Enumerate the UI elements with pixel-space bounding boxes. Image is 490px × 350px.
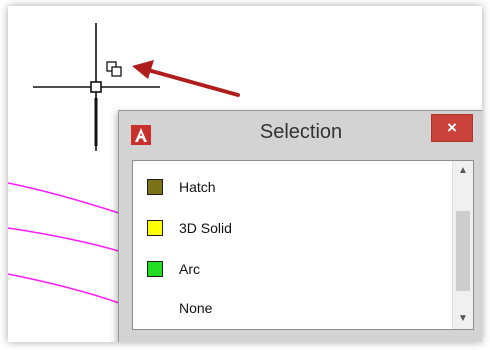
- close-button[interactable]: ×: [431, 114, 473, 142]
- scroll-up-icon[interactable]: ▲: [453, 161, 473, 181]
- vertical-scrollbar[interactable]: ▲ ▼: [452, 161, 473, 329]
- color-swatch-icon: [147, 179, 163, 195]
- list-item-3d-solid[interactable]: 3D Solid: [147, 218, 232, 238]
- arc-curve-1: [8, 182, 123, 215]
- color-swatch-icon: [147, 261, 163, 277]
- list-item-label: Hatch: [179, 179, 216, 195]
- dialog-title: Selection: [259, 121, 343, 143]
- dialog-titlebar[interactable]: Selection ×: [119, 111, 482, 153]
- arc-curve-3: [8, 273, 123, 305]
- pickbox-icon: [90, 81, 102, 93]
- list-item-label: 3D Solid: [179, 220, 232, 236]
- list-item-arc[interactable]: Arc: [147, 259, 200, 279]
- selection-cycling-icon: [106, 61, 122, 77]
- color-swatch-icon: [147, 220, 163, 236]
- selection-listbox[interactable]: Hatch 3D Solid Arc None ▲ ▼: [132, 160, 474, 330]
- list-item-label: Arc: [179, 261, 200, 277]
- screenshot-frame: Selection × Hatch 3D Solid Arc None ▲ ▼: [8, 6, 482, 342]
- arc-curve-2: [8, 227, 123, 253]
- list-item-none[interactable]: None: [147, 298, 212, 318]
- selection-dialog: Selection × Hatch 3D Solid Arc None ▲ ▼: [118, 110, 482, 342]
- scrollbar-thumb[interactable]: [456, 211, 470, 291]
- list-item-hatch[interactable]: Hatch: [147, 177, 216, 197]
- scroll-down-icon[interactable]: ▼: [453, 309, 473, 329]
- red-arrow-icon: [132, 60, 240, 97]
- list-item-label: None: [179, 300, 213, 316]
